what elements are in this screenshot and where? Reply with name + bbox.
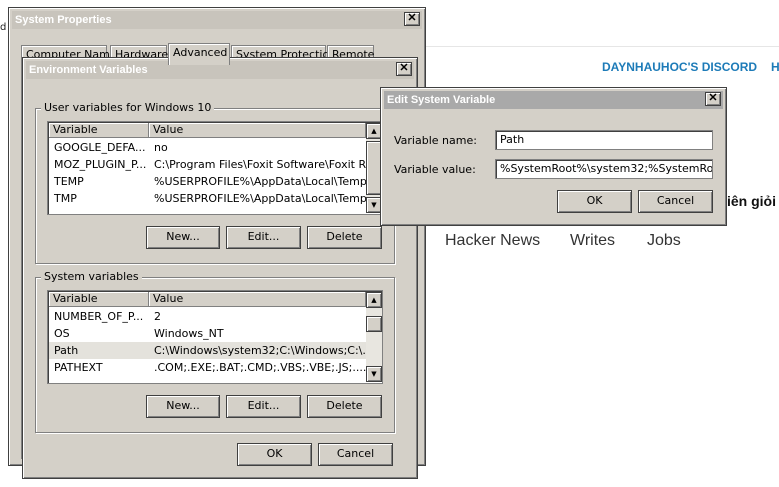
system-scroll-up-button[interactable]: ▲ — [366, 292, 382, 308]
system-row-value: .COM;.EXE;.BAT;.CMD;.VBS;.VBE;.JS;.... — [154, 361, 366, 374]
environment-variables-dialog: Environment Variables ✕ User variables f… — [22, 57, 418, 479]
user-row-value: no — [154, 141, 168, 154]
system-new-button[interactable]: New... — [146, 395, 220, 418]
table-row[interactable]: TMP %USERPROFILE%\AppData\Local\Temp — [49, 190, 366, 207]
table-row[interactable]: GOOGLE_DEFA... no — [49, 139, 366, 156]
system-scroll-down-button[interactable]: ▼ — [366, 366, 382, 382]
system-variables-list[interactable]: Variable Value NUMBER_OF_P... 2 OS Windo… — [47, 290, 383, 384]
user-row-value: C:\Program Files\Foxit Software\Foxit R.… — [154, 158, 366, 171]
scroll-down-arrow-icon: ▼ — [371, 370, 377, 378]
table-row[interactable]: TEMP %USERPROFILE%\AppData\Local\Temp — [49, 173, 366, 190]
system-edit-button[interactable]: Edit... — [226, 395, 301, 418]
user-row-variable: MOZ_PLUGIN_P... — [54, 158, 147, 171]
system-row-variable: PATHEXT — [54, 361, 103, 374]
variable-name-field[interactable]: Path — [495, 130, 713, 150]
web-divider — [425, 46, 779, 47]
system-scroll-thumb[interactable] — [366, 316, 382, 332]
user-new-button[interactable]: New... — [146, 226, 220, 249]
system-column-value[interactable]: Value — [149, 292, 366, 307]
system-delete-button[interactable]: Delete — [307, 395, 382, 418]
environment-variables-close-button[interactable]: ✕ — [396, 62, 412, 76]
user-edit-button[interactable]: Edit... — [226, 226, 301, 249]
user-row-value: %USERPROFILE%\AppData\Local\Temp — [154, 175, 366, 188]
user-row-variable: TMP — [54, 192, 77, 205]
user-column-variable[interactable]: Variable — [49, 123, 149, 138]
table-row[interactable]: NUMBER_OF_P... 2 — [49, 308, 366, 325]
user-list-header: Variable Value — [49, 123, 366, 138]
variable-value-field[interactable]: %SystemRoot%\system32;%SystemRoot% — [495, 159, 713, 179]
web-nav-hacker-news[interactable]: Hacker News — [445, 232, 540, 250]
system-row-variable: NUMBER_OF_P... — [54, 310, 144, 323]
system-row-value: C:\Windows\system32;C:\Windows;C:\... — [154, 344, 366, 357]
variable-value-label: Variable value: — [394, 163, 476, 176]
web-nav-jobs[interactable]: Jobs — [647, 232, 681, 250]
system-row-variable: OS — [54, 327, 70, 340]
edit-system-variable-dialog: Edit System Variable ✕ Variable name: Pa… — [380, 87, 727, 226]
table-row[interactable]: MOZ_PLUGIN_P... C:\Program Files\Foxit S… — [49, 156, 366, 173]
env-ok-button[interactable]: OK — [237, 443, 312, 466]
system-list-header: Variable Value — [49, 292, 366, 307]
user-row-value: %USERPROFILE%\AppData\Local\Temp — [154, 192, 366, 205]
scroll-down-arrow-icon: ▼ — [371, 201, 377, 209]
tab-advanced[interactable]: Advanced — [168, 43, 230, 65]
scroll-up-arrow-icon: ▲ — [371, 127, 377, 135]
web-text-fragment: d — [0, 22, 7, 33]
env-cancel-button[interactable]: Cancel — [318, 443, 393, 466]
discord-link[interactable]: DAYNHAUHOC'S DISCORD — [602, 60, 757, 74]
scroll-up-arrow-icon: ▲ — [371, 296, 377, 304]
table-row[interactable]: PATHEXT .COM;.EXE;.BAT;.CMD;.VBS;.VBE;.J… — [49, 359, 366, 376]
system-properties-close-button[interactable]: ✕ — [404, 12, 420, 26]
web-nav-link-h[interactable]: H — [771, 60, 779, 74]
environment-variables-title: Environment Variables — [29, 64, 148, 76]
close-icon: ✕ — [708, 92, 718, 104]
edit-variable-title: Edit System Variable — [387, 94, 496, 106]
system-variables-label: System variables — [41, 270, 142, 283]
system-row-value: 2 — [154, 310, 161, 323]
user-variables-label: User variables for Windows 10 — [41, 101, 215, 114]
user-delete-button[interactable]: Delete — [307, 226, 382, 249]
table-row[interactable]: OS Windows_NT — [49, 325, 366, 342]
system-properties-title: System Properties — [15, 14, 112, 26]
system-properties-titlebar[interactable]: System Properties ✕ — [12, 11, 422, 29]
edit-variable-titlebar[interactable]: Edit System Variable ✕ — [384, 91, 723, 109]
system-list-scrollbar[interactable]: ▲ ▼ — [366, 292, 382, 382]
user-row-variable: TEMP — [54, 175, 84, 188]
user-row-variable: GOOGLE_DEFA... — [54, 141, 146, 154]
close-icon: ✕ — [399, 62, 409, 74]
system-row-variable: Path — [54, 344, 79, 357]
user-variables-list[interactable]: Variable Value GOOGLE_DEFA... no MOZ_PLU… — [47, 121, 383, 215]
system-column-variable[interactable]: Variable — [49, 292, 149, 307]
edit-variable-close-button[interactable]: ✕ — [705, 92, 721, 106]
system-row-value: Windows_NT — [154, 327, 224, 340]
close-icon: ✕ — [407, 12, 417, 24]
edit-ok-button[interactable]: OK — [557, 190, 632, 213]
table-row-selected[interactable]: Path C:\Windows\system32;C:\Windows;C:\.… — [49, 342, 366, 359]
web-heading-fragment: iên giỏi — [727, 193, 776, 209]
web-nav-writes[interactable]: Writes — [570, 232, 615, 250]
variable-name-label: Variable name: — [394, 134, 477, 147]
edit-cancel-button[interactable]: Cancel — [638, 190, 713, 213]
user-column-value[interactable]: Value — [149, 123, 366, 138]
